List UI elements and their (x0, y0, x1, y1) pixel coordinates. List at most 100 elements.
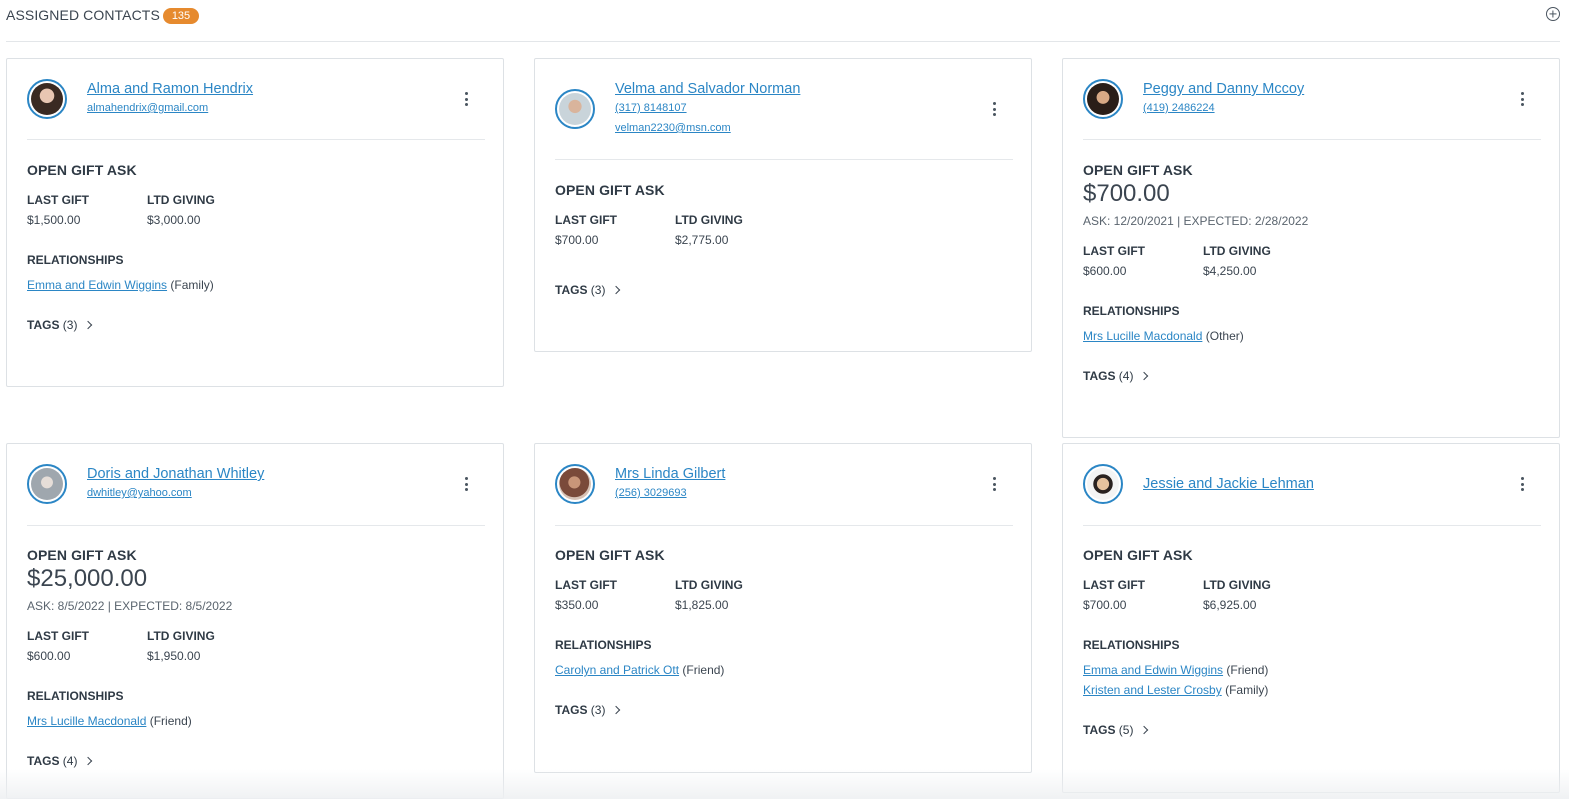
contact-card: Jessie and Jackie Lehman OPEN GIFT ASK L… (1062, 443, 1560, 793)
contact-name-link[interactable]: Mrs Linda Gilbert (615, 466, 725, 482)
contact-name-link[interactable]: Doris and Jonathan Whitley (87, 466, 264, 482)
tags-toggle[interactable]: TAGS (3) (555, 703, 621, 717)
contact-name-link[interactable]: Peggy and Danny Mccoy (1143, 81, 1304, 97)
avatar[interactable] (1083, 79, 1123, 119)
tags-count: (4) (1118, 369, 1134, 383)
ltd-giving-value: $4,250.00 (1203, 264, 1257, 278)
tags-count: (4) (62, 754, 78, 768)
kebab-menu-icon[interactable] (1517, 477, 1527, 495)
kebab-menu-icon[interactable] (461, 92, 471, 110)
last-gift-label: LAST GIFT (27, 629, 89, 643)
avatar[interactable] (27, 464, 67, 504)
tags-count: (5) (1118, 723, 1134, 737)
avatar[interactable] (27, 79, 67, 119)
tags-toggle[interactable]: TAGS (3) (27, 318, 93, 332)
card-header: Velma and Salvador Norman (317) 8148107 … (555, 59, 1013, 160)
kebab-menu-icon[interactable] (461, 477, 471, 495)
contact-name-link[interactable]: Velma and Salvador Norman (615, 81, 800, 97)
tags-label: TAGS (555, 283, 588, 297)
kebab-menu-icon[interactable] (989, 102, 999, 120)
last-gift-label: LAST GIFT (555, 213, 617, 227)
ltd-giving-value: $1,950.00 (147, 649, 201, 663)
contact-card: Peggy and Danny Mccoy (419) 2486224 OPEN… (1062, 58, 1560, 438)
avatar[interactable] (555, 89, 595, 129)
relationship-link[interactable]: Kristen and Lester Crosby (1083, 683, 1222, 697)
contact-email-link[interactable]: dwhitley@yahoo.com (87, 487, 192, 499)
relationships-label: RELATIONSHIPS (1083, 638, 1180, 652)
relationship-item: Emma and Edwin Wiggins (Friend) (1083, 663, 1268, 677)
section-header: ASSIGNED CONTACTS 135 (6, 0, 1560, 42)
ask-dates: ASK: 8/5/2022 | EXPECTED: 8/5/2022 (27, 599, 233, 613)
relationships-label: RELATIONSHIPS (1083, 304, 1180, 318)
last-gift-label: LAST GIFT (27, 193, 89, 207)
ltd-giving-value: $6,925.00 (1203, 598, 1257, 612)
open-gift-ask-title: OPEN GIFT ASK (555, 182, 665, 198)
kebab-menu-icon[interactable] (989, 477, 999, 495)
contact-email-link[interactable]: velman2230@msn.com (615, 122, 731, 134)
relationship-link[interactable]: Mrs Lucille Macdonald (1083, 329, 1202, 343)
ltd-giving-value: $3,000.00 (147, 213, 201, 227)
contact-card: Mrs Linda Gilbert (256) 3029693 OPEN GIF… (534, 443, 1032, 773)
tags-toggle[interactable]: TAGS (5) (1083, 723, 1149, 737)
open-gift-ask-title: OPEN GIFT ASK (1083, 162, 1193, 178)
chevron-right-icon (84, 756, 93, 766)
last-gift-label: LAST GIFT (555, 578, 617, 592)
last-gift-value: $700.00 (1083, 598, 1127, 612)
avatar[interactable] (1083, 464, 1123, 504)
contact-card: Velma and Salvador Norman (317) 8148107 … (534, 58, 1032, 352)
relationship-type: (Friend) (149, 714, 192, 728)
chevron-right-icon (1140, 371, 1149, 381)
tags-count: (3) (590, 283, 606, 297)
contact-card: Doris and Jonathan Whitley dwhitley@yaho… (6, 443, 504, 799)
relationship-type: (Friend) (1226, 663, 1269, 677)
ltd-giving-label: LTD GIVING (675, 578, 743, 592)
kebab-menu-icon[interactable] (1517, 92, 1527, 110)
last-gift-value: $700.00 (555, 233, 599, 247)
relationship-item: Kristen and Lester Crosby (Family) (1083, 683, 1268, 697)
chevron-right-icon (612, 285, 621, 295)
relationships-label: RELATIONSHIPS (555, 638, 652, 652)
tags-label: TAGS (555, 703, 588, 717)
contact-name-link[interactable]: Alma and Ramon Hendrix (87, 81, 253, 97)
tags-toggle[interactable]: TAGS (4) (1083, 369, 1149, 383)
last-gift-label: LAST GIFT (1083, 244, 1145, 258)
tags-label: TAGS (27, 318, 60, 332)
contact-name-link[interactable]: Jessie and Jackie Lehman (1143, 476, 1314, 492)
section-title: ASSIGNED CONTACTS (6, 7, 160, 23)
card-header: Mrs Linda Gilbert (256) 3029693 (555, 444, 1013, 526)
relationship-link[interactable]: Emma and Edwin Wiggins (1083, 663, 1223, 677)
contact-phone-link[interactable]: (317) 8148107 (615, 102, 687, 114)
tags-toggle[interactable]: TAGS (3) (555, 283, 621, 297)
relationship-type: (Family) (1225, 683, 1269, 697)
ltd-giving-label: LTD GIVING (1203, 244, 1271, 258)
relationship-link[interactable]: Mrs Lucille Macdonald (27, 714, 146, 728)
contact-card: Alma and Ramon Hendrix almahendrix@gmail… (6, 58, 504, 387)
relationship-link[interactable]: Emma and Edwin Wiggins (27, 278, 167, 292)
ltd-giving-label: LTD GIVING (675, 213, 743, 227)
open-gift-ask-amount: $700.00 (1083, 180, 1170, 207)
chevron-right-icon (84, 320, 93, 330)
tags-label: TAGS (27, 754, 60, 768)
open-gift-ask-amount: $25,000.00 (27, 565, 148, 592)
chevron-right-icon (1140, 725, 1149, 735)
open-gift-ask-title: OPEN GIFT ASK (555, 547, 665, 563)
contacts-count-badge: 135 (163, 8, 199, 24)
tags-label: TAGS (1083, 723, 1116, 737)
relationship-link[interactable]: Carolyn and Patrick Ott (555, 663, 679, 677)
tags-count: (3) (62, 318, 78, 332)
ltd-giving-label: LTD GIVING (1203, 578, 1271, 592)
contact-email-link[interactable]: almahendrix@gmail.com (87, 102, 208, 114)
contact-phone-link[interactable]: (419) 2486224 (1143, 102, 1215, 114)
tags-label: TAGS (1083, 369, 1116, 383)
relationship-type: (Other) (1205, 329, 1244, 343)
relationship-item: Carolyn and Patrick Ott (Friend) (555, 663, 724, 677)
card-header: Jessie and Jackie Lehman (1083, 444, 1541, 526)
tags-count: (3) (590, 703, 606, 717)
avatar[interactable] (555, 464, 595, 504)
ltd-giving-value: $1,825.00 (675, 598, 729, 612)
last-gift-value: $600.00 (27, 649, 71, 663)
add-circle-icon[interactable] (1546, 7, 1560, 21)
ltd-giving-value: $2,775.00 (675, 233, 729, 247)
contact-phone-link[interactable]: (256) 3029693 (615, 487, 687, 499)
tags-toggle[interactable]: TAGS (4) (27, 754, 93, 768)
